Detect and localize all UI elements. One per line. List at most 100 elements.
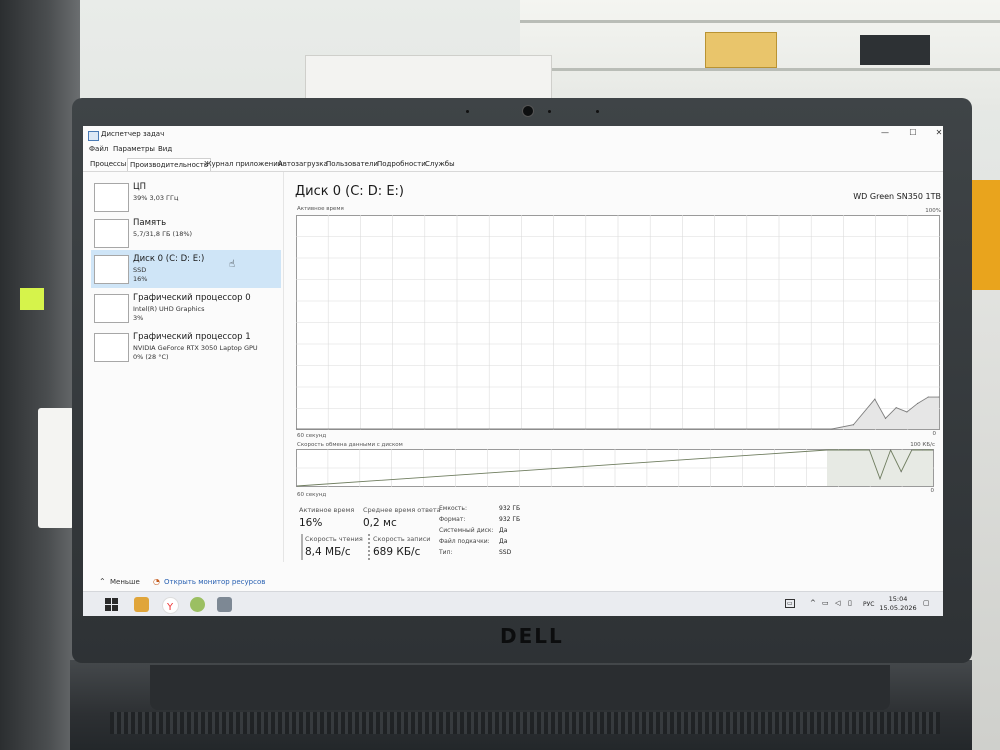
page-title: Диск 0 (C: D: E:)	[295, 184, 404, 199]
file-explorer-icon[interactable]	[134, 597, 149, 612]
app-icon[interactable]	[190, 597, 205, 612]
window-footer: ⌃ Меньше ◔ Открыть монитор ресурсов	[91, 576, 391, 590]
price-tag	[20, 288, 44, 310]
data-point	[847, 449, 849, 451]
display-icon[interactable]: ▭	[785, 599, 795, 608]
disk-thumbnail	[94, 255, 129, 284]
chart2-max-label: 100 КБ/с	[910, 442, 935, 448]
close-button[interactable]: ✕	[929, 128, 943, 137]
capacity-key: Емкость:	[439, 505, 467, 512]
yandex-browser-icon[interactable]: Y	[162, 597, 179, 614]
format-value: 932 ГБ	[499, 516, 521, 523]
fewer-details-button[interactable]: Меньше	[110, 578, 140, 586]
tab-processes[interactable]: Процессы	[88, 158, 128, 170]
shelf-line	[520, 68, 1000, 71]
sensor-dot	[548, 110, 551, 113]
sidebar-item-detail: Intel(R) UHD Graphics	[133, 305, 205, 313]
sidebar-item-disk[interactable]: Диск 0 (C: D: E:) SSD 16%	[91, 250, 281, 288]
data-point	[917, 402, 919, 405]
mouse-cursor-icon: ☝	[229, 259, 236, 270]
data-point	[938, 396, 940, 398]
product-box	[705, 32, 777, 68]
data-point	[826, 449, 828, 451]
tab-performance[interactable]: Производительность	[127, 158, 211, 171]
tab-startup[interactable]: Автозагрузка	[276, 158, 330, 170]
tab-app-history[interactable]: Журнал приложений	[202, 158, 284, 170]
sensor-dot	[596, 110, 599, 113]
system-disk-value: Да	[499, 527, 508, 534]
task-manager-icon	[88, 131, 99, 141]
windows-start-icon[interactable]	[104, 597, 119, 612]
sensor-dot	[466, 110, 469, 113]
sidebar-item-label: Диск 0 (C: D: E:)	[133, 254, 205, 264]
menu-options[interactable]: Параметры	[113, 145, 155, 153]
sidebar-item-usage: 16%	[133, 275, 148, 283]
resource-monitor-link[interactable]: Открыть монитор ресурсов	[164, 578, 265, 586]
sidebar-item-gpu0[interactable]: Графический процессор 0 Intel(R) UHD Gra…	[91, 289, 281, 327]
minimize-button[interactable]: —	[875, 128, 895, 137]
format-key: Формат:	[439, 516, 466, 523]
chart2-min-label: 0	[930, 488, 935, 494]
menu-file[interactable]: Файл	[89, 145, 108, 153]
chart2-time-label: 60 секунд	[297, 492, 327, 498]
clock-date: 15.05.2026	[879, 604, 917, 612]
data-point	[874, 398, 876, 400]
avg-response-value: 0,2 мс	[363, 517, 397, 529]
gpu0-thumbnail	[94, 294, 129, 323]
sidebar-item-usage: 0% (28 °C)	[133, 353, 169, 361]
data-point	[895, 407, 897, 409]
keyboard-vent	[110, 712, 940, 734]
gpu1-thumbnail	[94, 333, 129, 362]
avg-response-label: Среднее время ответа	[363, 506, 441, 514]
tab-bar: Процессы Производительность Журнал прило…	[83, 157, 943, 172]
type-value: SSD	[499, 549, 512, 556]
transfer-rate-chart	[296, 449, 934, 487]
menu-view[interactable]: Вид	[158, 145, 172, 153]
active-time-value: 16%	[299, 517, 323, 529]
svg-text:Y: Y	[166, 602, 174, 613]
data-point	[906, 411, 908, 413]
write-speed-value: 689 КБ/с	[373, 546, 421, 558]
laptop-on-shelf	[860, 35, 930, 65]
chevron-up-icon[interactable]: ⌃	[99, 577, 106, 586]
tab-users[interactable]: Пользователи	[324, 158, 380, 170]
data-point	[868, 449, 871, 451]
tab-services[interactable]: Службы	[423, 158, 457, 170]
laptop-hinge	[150, 665, 890, 710]
task-manager-taskbar-icon[interactable]	[217, 597, 232, 612]
clock[interactable]: 15:04 15.05.2026	[878, 595, 918, 613]
volume-icon[interactable]: ◁	[835, 599, 840, 607]
sidebar-item-detail: SSD	[133, 266, 147, 274]
sidebar-item-detail: 5,7/31,8 ГБ (18%)	[133, 230, 193, 238]
data-point	[900, 471, 902, 473]
sidebar-item-label: Графический процессор 1	[133, 332, 251, 342]
sidebar-item-gpu1[interactable]: Графический процессор 1 NVIDIA GeForce R…	[91, 328, 281, 366]
tab-details[interactable]: Подробности	[375, 158, 428, 170]
pagefile-value: Да	[499, 538, 508, 545]
capacity-value: 932 ГБ	[499, 505, 521, 512]
memory-thumbnail	[94, 219, 129, 248]
language-indicator[interactable]: РУС	[863, 601, 874, 608]
webcam-icon	[522, 105, 534, 117]
network-icon[interactable]: ▭	[822, 599, 829, 607]
dell-logo: DELL	[500, 624, 564, 648]
window-title: Диспетчер задач	[101, 130, 165, 138]
store-shelf	[520, 0, 1000, 110]
pagefile-key: Файл подкачки:	[439, 538, 490, 545]
data-point	[927, 396, 929, 398]
battery-icon[interactable]: ▯	[848, 599, 852, 607]
data-point	[890, 449, 892, 451]
sidebar-item-label: Графический процессор 0	[133, 293, 251, 303]
chevron-up-icon[interactable]: ^	[810, 599, 816, 607]
title-bar: Диспетчер задач — ☐ ✕	[83, 126, 943, 144]
label-card	[38, 408, 74, 528]
bicycles-area	[0, 0, 80, 750]
sidebar-item-memory[interactable]: Память 5,7/31,8 ГБ (18%)	[91, 214, 281, 252]
chart1-max-label: 100%	[925, 208, 941, 214]
notification-icon[interactable]: ▢	[923, 599, 930, 607]
sidebar-item-cpu[interactable]: ЦП 39% 3,03 ГГц	[91, 178, 281, 216]
maximize-button[interactable]: ☐	[903, 128, 923, 137]
chart1-min-label: 0	[932, 431, 937, 437]
data-point	[852, 424, 855, 426]
data-point	[884, 417, 887, 419]
